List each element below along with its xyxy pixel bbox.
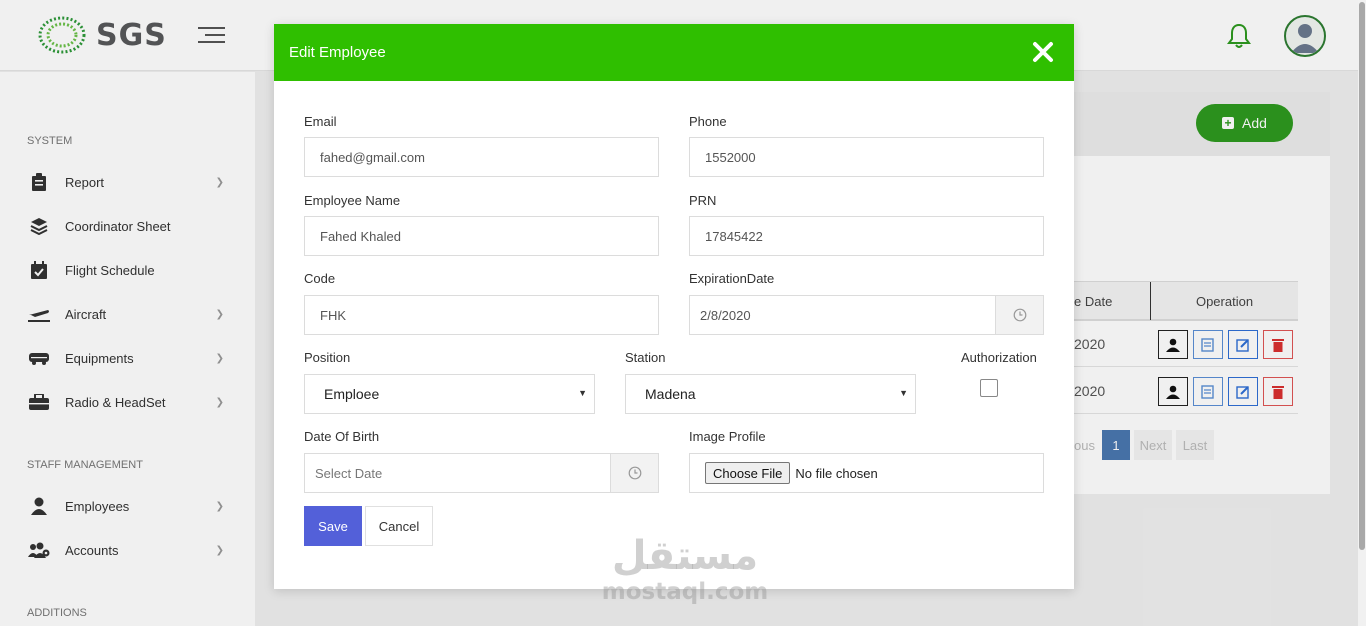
date-of-birth-label: Date Of Birth xyxy=(304,429,380,444)
choose-file-button[interactable]: Choose File xyxy=(705,462,791,484)
date-of-birth-field[interactable]: Select Date xyxy=(304,453,659,493)
close-icon[interactable] xyxy=(1032,41,1054,63)
expiration-date-label: ExpirationDate xyxy=(689,271,775,286)
email-field[interactable]: fahed@gmail.com xyxy=(304,137,659,177)
page-scrollbar[interactable] xyxy=(1358,0,1366,626)
watermark-latin: mostaql.com xyxy=(601,579,769,605)
expiration-date-value: 2/8/2020 xyxy=(700,307,751,323)
expiration-date-field[interactable]: 2/8/2020 xyxy=(689,295,1044,335)
watermark: مستقل mostaql.com xyxy=(590,532,780,604)
modal-title: Edit Employee xyxy=(289,44,386,61)
edit-employee-modal: Edit Employee Email fahed@gmail.com Phon… xyxy=(274,24,1074,589)
employee-name-label: Employee Name xyxy=(304,193,401,208)
image-profile-label: Image Profile xyxy=(689,429,766,444)
position-value: Emploee xyxy=(324,386,380,402)
phone-field[interactable]: 1552000 xyxy=(689,137,1044,177)
station-select[interactable]: Madena ▼ xyxy=(625,374,916,414)
prn-field[interactable]: 17845422 xyxy=(689,216,1044,256)
watermark-arabic: مستقل xyxy=(611,533,759,579)
station-label: Station xyxy=(625,350,666,365)
cancel-button[interactable]: Cancel xyxy=(365,506,433,546)
authorization-label: Authorization xyxy=(961,350,1037,365)
phone-label: Phone xyxy=(689,114,727,129)
authorization-checkbox[interactable] xyxy=(980,379,998,397)
email-label: Email xyxy=(304,114,337,129)
caret-down-icon: ▼ xyxy=(899,388,908,398)
caret-down-icon: ▼ xyxy=(578,388,587,398)
date-of-birth-placeholder: Select Date xyxy=(315,465,383,481)
employee-name-field[interactable]: Fahed Khaled xyxy=(304,216,659,256)
position-label: Position xyxy=(304,350,351,365)
scrollbar-thumb[interactable] xyxy=(1359,2,1365,550)
save-button[interactable]: Save xyxy=(304,506,362,546)
clock-icon[interactable] xyxy=(995,296,1043,334)
file-status: No file chosen xyxy=(795,465,878,481)
position-select[interactable]: Emploee ▼ xyxy=(304,374,595,414)
station-value: Madena xyxy=(645,386,696,402)
code-field[interactable]: FHK xyxy=(304,295,659,335)
image-profile-file-input[interactable]: Choose File No file chosen xyxy=(689,453,1044,493)
prn-label: PRN xyxy=(689,193,717,208)
clock-icon[interactable] xyxy=(610,454,658,492)
modal-header: Edit Employee xyxy=(274,24,1074,81)
code-label: Code xyxy=(304,271,336,286)
